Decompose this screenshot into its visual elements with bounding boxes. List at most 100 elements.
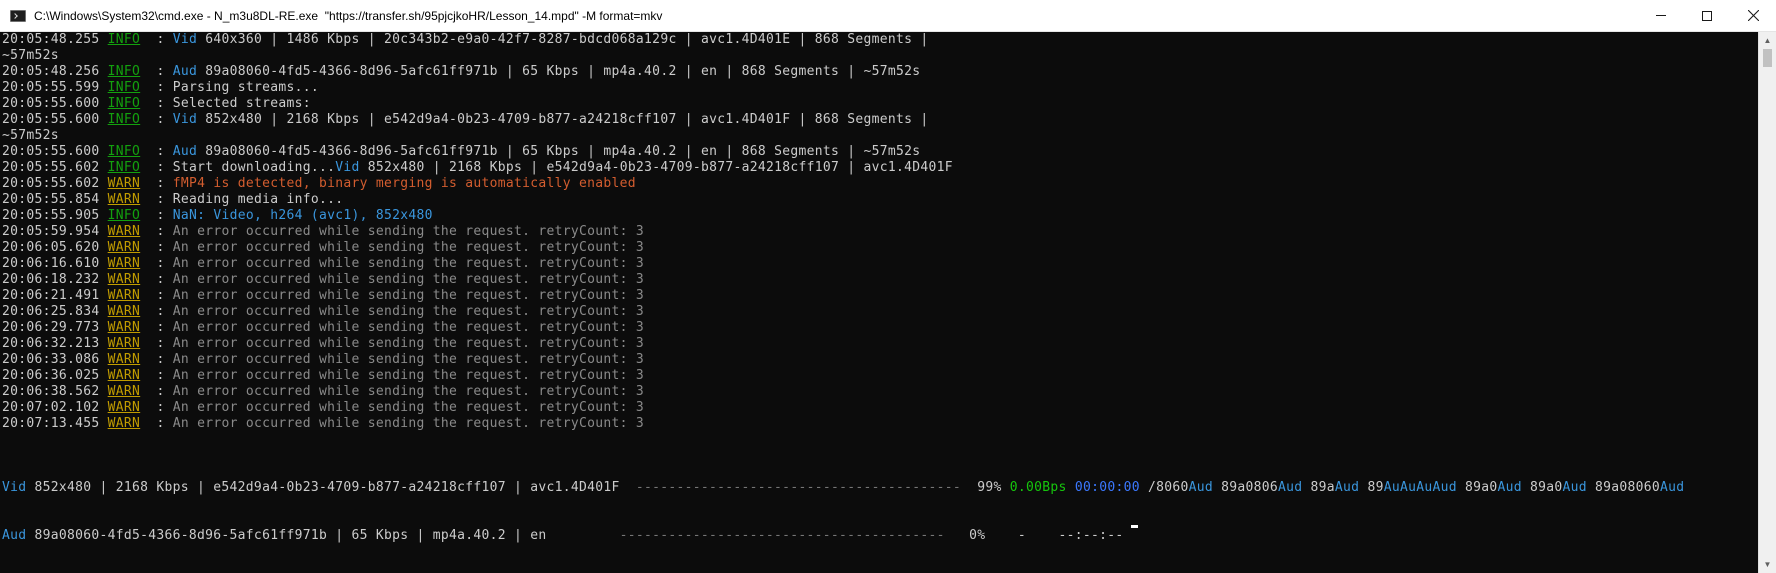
tail-fragment: 89a0806 [1213,480,1279,495]
stream-desc: 852x480 | 2168 Kbps | e542d9a4-0b23-4709… [26,480,628,495]
log-message: 852x480 | 2168 Kbps | e542d9a4-0b23-4709… [359,160,953,175]
timestamp: 20:05:55.600 [2,112,100,127]
log-level: WARN [107,384,141,399]
log-line: 20:05:55.600 INFO : Aud 89a08060-4fd5-43… [2,144,921,159]
log-message: NaN: Video, h264 (avc1), 852x480 [172,208,433,223]
progress-percent: 0% [969,528,986,543]
log-line: 20:06:16.610 WARN : An error occurred wh… [2,256,645,271]
log-line: ~57m52s [2,128,953,144]
log-level: WARN [107,400,141,415]
progress-row-audio: Aud 89a08060-4fd5-4366-8d96-5afc61ff971b… [2,528,1684,544]
log-level: WARN [107,192,141,207]
log-line: 20:05:59.954 WARN : An error occurred wh… [2,224,645,239]
log-level: WARN [107,320,141,335]
scroll-thumb[interactable] [1763,49,1772,67]
timestamp: 20:07:02.102 [2,400,100,415]
log-line: 20:05:55.600 INFO : Vid 852x480 | 2168 K… [2,112,929,127]
log-level: INFO [107,64,141,79]
tail-fragment: Aud [1278,480,1303,495]
timestamp: 20:06:05.620 [2,240,100,255]
log-line: 20:06:05.620 WARN : An error occurred wh… [2,240,645,255]
log-level: INFO [107,96,141,111]
timestamp: 20:05:48.255 [2,32,100,47]
log-line: ~57m52s [2,48,953,64]
tail-fragment: 89a08060 [1586,480,1661,495]
log-message: An error occurred while sending the requ… [172,320,645,335]
timestamp: 20:06:32.213 [2,336,100,351]
progress-bar: ---------------------------------------- [635,480,961,495]
log-line: 20:07:13.455 WARN : An error occurred wh… [2,416,645,431]
log-line: 20:06:33.086 WARN : An error occurred wh… [2,352,645,367]
log-message: An error occurred while sending the requ… [172,272,645,287]
log-level: WARN [107,288,141,303]
garbled-tail: /8060Aud 89a0806Aud 89aAud 89AuAuAuAud 8… [1148,480,1684,495]
tail-fragment: AuAuAuAud [1383,480,1457,495]
log-line: 20:05:55.905 INFO : NaN: Video, h264 (av… [2,208,433,223]
stream-tag: Vid [335,160,360,175]
log-level: WARN [107,336,141,351]
vertical-scrollbar[interactable]: ▲ ▼ [1758,32,1776,573]
log-level: WARN [107,224,141,239]
log-message: An error occurred while sending the requ… [172,224,645,239]
tail-fragment: 89a0 [1521,480,1563,495]
log-line: 20:07:02.102 WARN : An error occurred wh… [2,400,645,415]
timestamp: 20:06:21.491 [2,288,100,303]
timestamp: 20:06:33.086 [2,352,100,367]
stream-tag: Vid [172,32,198,47]
stream-tag: Aud [172,64,198,79]
log-message: An error occurred while sending the requ… [172,288,645,303]
timestamp: 20:05:55.600 [2,144,100,159]
log-line: 20:05:55.599 INFO : Parsing streams... [2,80,319,95]
timestamp: 20:05:59.954 [2,224,100,239]
log-level: WARN [107,368,141,383]
log-message: An error occurred while sending the requ… [172,352,645,367]
timestamp: 20:05:55.602 [2,160,100,175]
log-lines: 20:05:48.255 INFO : Vid 640x360 | 1486 K… [2,32,953,432]
log-level: WARN [107,256,141,271]
timestamp: 20:05:55.599 [2,80,100,95]
log-level: INFO [107,144,141,159]
download-speed: 0.00Bps [1009,480,1067,495]
tail-fragment: Aud [1660,480,1685,495]
log-level: WARN [107,240,141,255]
log-message: fMP4 is detected, binary merging is auto… [172,176,636,191]
wrapped-text: ~57m52s [2,48,59,63]
log-line: 20:05:55.600 INFO : Selected streams: [2,96,311,111]
timestamp: 20:06:38.562 [2,384,100,399]
progress-block: Vid 852x480 | 2168 Kbps | e542d9a4-0b23-… [2,448,1684,573]
close-icon [1747,10,1759,21]
minimize-button[interactable] [1638,0,1684,31]
scroll-down-arrow-icon[interactable]: ▼ [1759,556,1776,573]
log-message: An error occurred while sending the requ… [172,416,645,431]
stream-tag: Aud [2,528,27,543]
cmd-icon [10,9,26,22]
timestamp: 20:05:55.600 [2,96,100,111]
log-message: 89a08060-4fd5-4366-8d96-5afc61ff971b | 6… [197,144,921,159]
log-message: An error occurred while sending the requ… [172,368,645,383]
close-button[interactable] [1730,0,1776,31]
log-line: 20:06:29.773 WARN : An error occurred wh… [2,320,645,335]
title-bar[interactable]: C:\Windows\System32\cmd.exe - N_m3u8DL-R… [0,0,1776,32]
wrapped-text: ~57m52s [2,128,59,143]
maximize-button[interactable] [1684,0,1730,31]
console-output[interactable]: 20:05:48.255 INFO : Vid 640x360 | 1486 K… [0,32,1758,573]
log-line: 20:06:38.562 WARN : An error occurred wh… [2,384,645,399]
log-message: Start downloading... [172,160,336,175]
log-level: WARN [107,272,141,287]
cmd-window: C:\Windows\System32\cmd.exe - N_m3u8DL-R… [0,0,1776,573]
log-level: WARN [107,416,141,431]
stream-tag: Vid [172,112,198,127]
log-message: Reading media info... [172,192,344,207]
download-speed: - [1017,528,1027,543]
stream-tag: Aud [172,144,198,159]
scroll-up-arrow-icon[interactable]: ▲ [1759,32,1776,49]
log-line: 20:06:36.025 WARN : An error occurred wh… [2,368,645,383]
timestamp: 20:06:18.232 [2,272,100,287]
timestamp: 20:06:29.773 [2,320,100,335]
tail-fragment: 89a0 [1456,480,1498,495]
maximize-icon [1702,10,1712,21]
progress-bar: ---------------------------------------- [619,528,945,543]
timestamp: 20:05:55.602 [2,176,100,191]
log-message: An error occurred while sending the requ… [172,384,645,399]
log-level: INFO [107,32,141,47]
